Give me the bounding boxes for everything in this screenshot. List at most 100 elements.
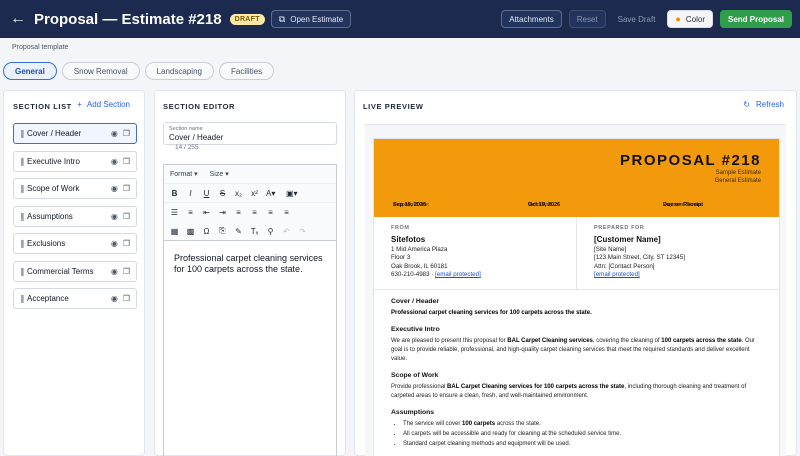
eye-icon[interactable]: ◉ bbox=[111, 184, 118, 193]
table-icon[interactable]: ▦ bbox=[170, 227, 179, 236]
proposal-subtitle: General Estimate bbox=[714, 178, 761, 184]
app-header: ← Proposal — Estimate #218 DRAFT ⧉ Open … bbox=[0, 0, 800, 38]
external-link-icon: ⧉ bbox=[278, 13, 286, 24]
list-item[interactable]: ❚ Scope of Work ◉ ❐ bbox=[13, 178, 137, 199]
format-select[interactable]: Format ▾ bbox=[170, 170, 198, 178]
copy-icon[interactable]: ❐ bbox=[123, 157, 130, 166]
section-body: We are pleased to present this proposal … bbox=[391, 337, 762, 364]
eye-icon[interactable]: ◉ bbox=[111, 267, 118, 276]
text-run: 100 carpets across the state bbox=[661, 338, 742, 344]
list-item[interactable]: ❚ Acceptance ◉ ❐ bbox=[13, 288, 137, 309]
preview-canvas: PROPOSAL #218 Sample Estimate General Es… bbox=[365, 124, 786, 456]
outdent-icon[interactable]: ⇤ bbox=[202, 208, 211, 217]
customer-name: [Customer Name] bbox=[594, 235, 661, 244]
superscript-icon[interactable]: x² bbox=[250, 189, 259, 198]
strikethrough-icon[interactable]: S bbox=[218, 189, 227, 198]
color-button[interactable]: ● Color bbox=[667, 10, 713, 28]
drag-handle-icon[interactable]: ❚ bbox=[19, 129, 26, 138]
special-char-icon[interactable]: Ω bbox=[202, 227, 211, 236]
back-arrow-icon[interactable]: ← bbox=[8, 11, 28, 27]
open-estimate-button[interactable]: ⧉ Open Estimate bbox=[270, 10, 352, 28]
tab-general[interactable]: General bbox=[3, 62, 57, 80]
drag-handle-icon[interactable]: ❚ bbox=[19, 294, 26, 303]
drag-handle-icon[interactable]: ❚ bbox=[19, 184, 26, 193]
section-item-label: Executive Intro bbox=[27, 157, 80, 166]
bullet-list-icon[interactable]: ≡ bbox=[186, 208, 195, 217]
drag-handle-icon[interactable]: ❚ bbox=[19, 267, 26, 276]
page-title: Proposal — Estimate #218 bbox=[34, 10, 222, 28]
char-count: 14 / 255 bbox=[175, 144, 199, 151]
proposal-subtitle: Sample Estimate bbox=[715, 170, 761, 176]
tab-facilities[interactable]: Facilities bbox=[218, 62, 275, 80]
align-left-icon[interactable]: ≡ bbox=[234, 208, 243, 217]
editor-toolbar-row: ▦ ▩ Ω ⎘ ✎ Tₓ ⚲ ↶ ↷ bbox=[164, 222, 336, 241]
align-right-icon[interactable]: ≡ bbox=[266, 208, 275, 217]
tab-snow-removal[interactable]: Snow Removal bbox=[61, 62, 140, 80]
eye-icon[interactable]: ◉ bbox=[111, 157, 118, 166]
align-justify-icon[interactable]: ≡ bbox=[282, 208, 291, 217]
palette-icon: ● bbox=[675, 14, 681, 24]
proposal-content: Cover / Header Professional carpet clean… bbox=[374, 290, 779, 454]
list-item: All carpets will be accessible and ready… bbox=[403, 430, 762, 439]
copy-icon[interactable]: ❐ bbox=[123, 129, 130, 138]
send-proposal-button[interactable]: Send Proposal bbox=[719, 10, 792, 28]
undo-icon[interactable]: ↶ bbox=[282, 227, 291, 236]
eye-icon[interactable]: ◉ bbox=[111, 129, 118, 138]
refresh-button[interactable]: ↻ Refresh bbox=[743, 100, 784, 109]
add-section-button[interactable]: + Add Section bbox=[77, 100, 130, 109]
tab-landscaping[interactable]: Landscaping bbox=[144, 62, 214, 80]
copy-icon[interactable]: ❐ bbox=[123, 267, 130, 276]
drag-handle-icon[interactable]: ❚ bbox=[19, 157, 26, 166]
reset-button[interactable]: Reset bbox=[568, 10, 606, 28]
list-item[interactable]: ❚ Exclusions ◉ ❐ bbox=[13, 233, 137, 254]
text-run: across the state. bbox=[496, 421, 541, 427]
list-item[interactable]: ❚ Cover / Header ◉ ❐ bbox=[13, 123, 137, 144]
customer-email-link[interactable]: [email protected] bbox=[594, 271, 640, 278]
copy-icon[interactable]: ❐ bbox=[123, 184, 130, 193]
section-list-panel: SECTION LIST + Add Section ❚ Cover / Hea… bbox=[3, 90, 145, 456]
bold-icon[interactable]: B bbox=[170, 189, 179, 198]
redo-icon[interactable]: ↷ bbox=[298, 227, 307, 236]
eye-icon[interactable]: ◉ bbox=[111, 294, 118, 303]
eye-icon[interactable]: ◉ bbox=[111, 212, 118, 221]
search-icon[interactable]: ⚲ bbox=[266, 227, 275, 236]
text-run: The service will cover bbox=[403, 421, 461, 427]
save-draft-button[interactable]: Save Draft bbox=[613, 15, 661, 24]
indent-icon[interactable]: ⇥ bbox=[218, 208, 227, 217]
copy-icon[interactable]: ❐ bbox=[123, 212, 130, 221]
list-item[interactable]: ❚ Assumptions ◉ ❐ bbox=[13, 206, 137, 227]
attachments-button[interactable]: Attachments bbox=[501, 10, 562, 28]
numbered-list-icon[interactable]: ☰ bbox=[170, 208, 179, 217]
editor-content[interactable]: Professional carpet cleaning services fo… bbox=[164, 241, 336, 287]
align-center-icon[interactable]: ≡ bbox=[250, 208, 259, 217]
add-section-label: Add Section bbox=[86, 100, 130, 109]
editor-toolbar-row: ☰ ≡ ⇤ ⇥ ≡ ≡ ≡ ≡ bbox=[164, 203, 336, 222]
list-item[interactable]: ❚ Commercial Terms ◉ ❐ bbox=[13, 261, 137, 282]
section-heading: Cover / Header bbox=[391, 298, 439, 305]
section-name-field[interactable]: Section name Cover / Header bbox=[163, 122, 337, 145]
copy-icon[interactable]: ❐ bbox=[123, 239, 130, 248]
text-run: BAL Carpet Cleaning services for 100 car… bbox=[447, 384, 625, 390]
list-item[interactable]: ❚ Executive Intro ◉ ❐ bbox=[13, 151, 137, 172]
underline-icon[interactable]: U bbox=[202, 189, 211, 198]
highlight-color-icon[interactable]: ▣▾ bbox=[286, 189, 298, 198]
format-painter-icon[interactable]: ✎ bbox=[234, 227, 243, 236]
paste-icon[interactable]: ⎘ bbox=[218, 226, 227, 236]
section-editor-heading: SECTION EDITOR bbox=[163, 102, 236, 111]
eye-icon[interactable]: ◉ bbox=[111, 239, 118, 248]
size-select-label: Size bbox=[209, 171, 224, 178]
copy-icon[interactable]: ❐ bbox=[123, 294, 130, 303]
clear-format-icon[interactable]: Tₓ bbox=[250, 227, 259, 236]
from-email-link[interactable]: [email protected] bbox=[435, 271, 481, 278]
size-select[interactable]: Size ▾ bbox=[210, 170, 229, 178]
section-body: Provide professional BAL Carpet Cleaning… bbox=[391, 383, 762, 401]
drag-handle-icon[interactable]: ❚ bbox=[19, 239, 26, 248]
rich-text-editor: Format ▾ Size ▾ B I U S x₂ x² A▾ ▣▾ ☰ ≡ … bbox=[163, 164, 337, 456]
section-item-label: Acceptance bbox=[27, 294, 69, 303]
table-grid-icon[interactable]: ▩ bbox=[186, 227, 195, 236]
font-color-icon[interactable]: A▾ bbox=[266, 189, 275, 198]
subscript-icon[interactable]: x₂ bbox=[234, 189, 243, 198]
italic-icon[interactable]: I bbox=[186, 189, 195, 198]
drag-handle-icon[interactable]: ❚ bbox=[19, 212, 26, 221]
refresh-label: Refresh bbox=[755, 100, 784, 109]
